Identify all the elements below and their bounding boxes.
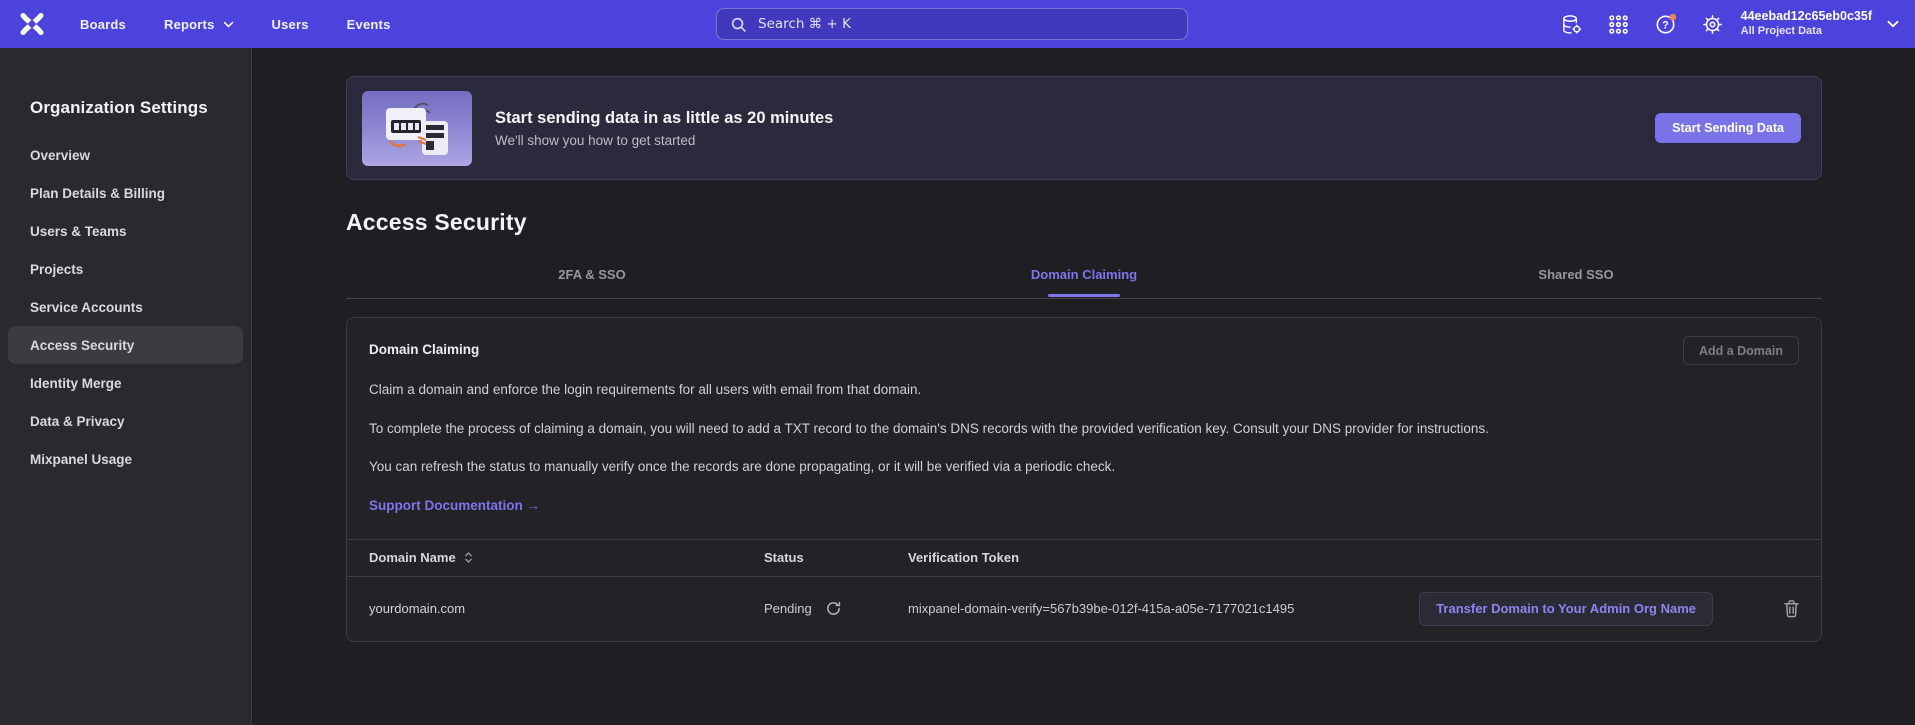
tab-2fa-sso[interactable]: 2FA & SSO — [346, 267, 838, 298]
nav-item-reports[interactable]: Reports — [164, 17, 234, 32]
sidebar-item-label: Users & Teams — [30, 224, 127, 239]
table-header-row: Domain Name Status Verification Token — [347, 539, 1821, 577]
status-badge: Pending — [764, 601, 812, 616]
sidebar-item-identity-merge[interactable]: Identity Merge — [8, 364, 243, 402]
apps-grid-icon[interactable] — [1607, 12, 1631, 36]
column-header-label: Status — [764, 550, 804, 565]
nav-item-users[interactable]: Users — [272, 17, 309, 32]
nav-item-label: Reports — [164, 17, 215, 32]
nav-item-events[interactable]: Events — [347, 17, 391, 32]
transfer-domain-button[interactable]: Transfer Domain to Your Admin Org Name — [1419, 592, 1713, 626]
banner-illustration — [362, 91, 472, 166]
banner-text: Start sending data in as little as 20 mi… — [495, 109, 833, 148]
sidebar-item-label: Projects — [30, 262, 83, 277]
sidebar-item-label: Plan Details & Billing — [30, 186, 165, 201]
account-chevron-down-icon[interactable] — [1887, 20, 1899, 28]
search-input[interactable]: Search ⌘ + K — [716, 8, 1188, 40]
nav-item-label: Events — [347, 17, 391, 32]
tab-domain-claiming[interactable]: Domain Claiming — [838, 267, 1330, 298]
table-row: yourdomain.com Pending mixpanel-domain-v… — [347, 577, 1821, 641]
sidebar-item-label: Mixpanel Usage — [30, 452, 132, 467]
sidebar-item-label: Service Accounts — [30, 300, 143, 315]
main-area: Start sending data in as little as 20 mi… — [253, 48, 1915, 725]
row-actions: Transfer Domain to Your Admin Org Name — [1419, 592, 1821, 626]
nav-item-boards[interactable]: Boards — [80, 17, 126, 32]
domain-claiming-card: Domain Claiming Add a Domain Claim a dom… — [346, 317, 1822, 642]
sidebar-item-mixpanel-usage[interactable]: Mixpanel Usage — [8, 440, 243, 478]
org-settings-sidebar: Organization Settings Overview Plan Deta… — [0, 48, 252, 725]
sidebar-item-data-privacy[interactable]: Data & Privacy — [8, 402, 243, 440]
sidebar-item-label: Identity Merge — [30, 376, 122, 391]
top-navbar: Boards Reports Users Events Search ⌘ + K — [0, 0, 1915, 48]
card-header: Domain Claiming Add a Domain — [369, 336, 1799, 365]
start-sending-data-button[interactable]: Start Sending Data — [1655, 113, 1801, 143]
access-security-tabs: 2FA & SSO Domain Claiming Shared SSO — [346, 267, 1822, 299]
tab-label: 2FA & SSO — [558, 267, 625, 282]
add-domain-button[interactable]: Add a Domain — [1683, 336, 1799, 365]
chevron-down-icon — [223, 21, 234, 28]
refresh-status-icon[interactable] — [825, 600, 843, 618]
card-description-3: You can refresh the status to manually v… — [369, 457, 1799, 477]
org-id: 44eebad12c65eb0c35f — [1741, 9, 1872, 24]
card-description-1: Claim a domain and enforce the login req… — [369, 380, 1799, 400]
column-header-label: Domain Name — [369, 550, 456, 565]
svg-text:?: ? — [1662, 19, 1669, 31]
tab-label: Shared SSO — [1538, 267, 1613, 282]
sidebar-item-label: Access Security — [30, 338, 134, 353]
card-description-2: To complete the process of claiming a do… — [369, 419, 1799, 439]
sidebar-item-plan-details-billing[interactable]: Plan Details & Billing — [8, 174, 243, 212]
data-management-icon[interactable] — [1560, 12, 1584, 36]
onboarding-banner: Start sending data in as little as 20 mi… — [346, 76, 1822, 180]
sidebar-item-service-accounts[interactable]: Service Accounts — [8, 288, 243, 326]
column-header-domain-name[interactable]: Domain Name — [347, 550, 764, 565]
nav-item-label: Users — [272, 17, 309, 32]
banner-subtitle: We'll show you how to get started — [495, 133, 833, 148]
card-title: Domain Claiming — [369, 342, 479, 357]
status-cell: Pending — [764, 600, 908, 618]
sidebar-item-access-security[interactable]: Access Security — [8, 326, 243, 364]
delete-domain-trash-icon[interactable] — [1781, 599, 1801, 619]
search-placeholder: Search ⌘ + K — [758, 16, 851, 32]
sidebar-nav: Overview Plan Details & Billing Users & … — [0, 136, 251, 478]
sidebar-item-label: Data & Privacy — [30, 414, 125, 429]
support-documentation-link[interactable]: Support Documentation → — [369, 498, 540, 513]
banner-title: Start sending data in as little as 20 mi… — [495, 109, 833, 128]
domains-table: Domain Name Status Verification Token yo… — [347, 539, 1821, 641]
nav-item-label: Boards — [80, 17, 126, 32]
search-icon — [730, 16, 747, 33]
primary-nav: Boards Reports Users Events — [80, 17, 391, 32]
tab-shared-sso[interactable]: Shared SSO — [1330, 267, 1822, 298]
sidebar-title: Organization Settings — [30, 98, 251, 118]
column-header-status: Status — [764, 550, 908, 565]
settings-gear-icon[interactable] — [1701, 12, 1725, 36]
column-header-label: Verification Token — [908, 550, 1019, 565]
domain-name-cell: yourdomain.com — [347, 601, 764, 616]
account-switcher[interactable]: 44eebad12c65eb0c35f All Project Data — [1741, 9, 1872, 38]
mixpanel-logo-icon[interactable] — [17, 9, 47, 39]
navbar-right-group: ? 44eebad12c65eb0c35f All Project Data — [1537, 0, 1899, 48]
page-title: Access Security — [346, 209, 1822, 236]
verification-token-cell: mixpanel-domain-verify=567b39be-012f-415… — [908, 601, 1419, 616]
sort-icon — [464, 551, 473, 564]
sidebar-item-overview[interactable]: Overview — [8, 136, 243, 174]
sidebar-item-projects[interactable]: Projects — [8, 250, 243, 288]
help-icon[interactable]: ? — [1654, 12, 1678, 36]
project-label: All Project Data — [1741, 24, 1872, 38]
column-header-verification-token: Verification Token — [908, 550, 1419, 565]
sidebar-item-label: Overview — [30, 148, 90, 163]
sidebar-item-users-teams[interactable]: Users & Teams — [8, 212, 243, 250]
tab-label: Domain Claiming — [1031, 267, 1137, 282]
